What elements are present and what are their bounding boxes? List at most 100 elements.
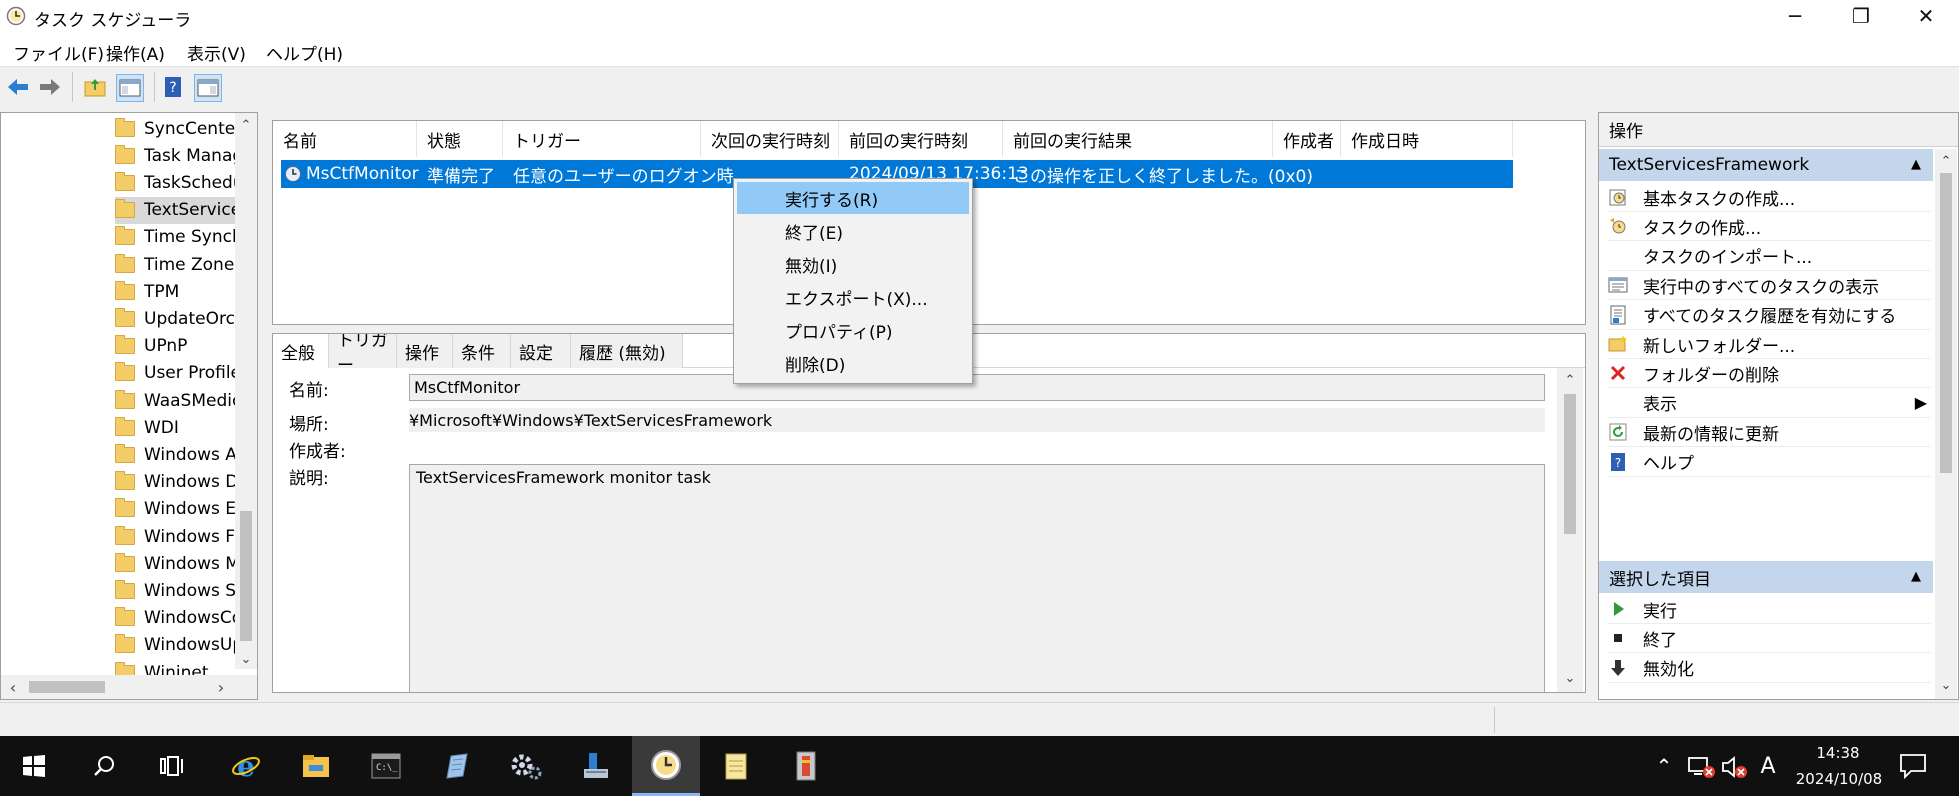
scroll-down-icon[interactable]: ⌄ bbox=[1935, 677, 1957, 693]
name-field[interactable]: MsCtfMonitor bbox=[409, 374, 1545, 401]
tree-folder-item[interactable]: Windows Error Reporting bbox=[115, 496, 235, 523]
scroll-right-icon[interactable]: › bbox=[213, 678, 229, 697]
action-item[interactable]: 実行 bbox=[1607, 595, 1931, 624]
back-arrow-icon[interactable] bbox=[5, 74, 31, 100]
tree-folder-item[interactable]: WindowsColorSystem bbox=[115, 605, 235, 632]
column-header-next-run[interactable]: 次回の実行時刻 bbox=[701, 121, 839, 157]
scroll-up-icon[interactable]: ⌃ bbox=[235, 117, 257, 133]
tree-vertical-scrollbar[interactable]: ⌃ ⌄ bbox=[235, 113, 257, 669]
action-item[interactable]: ? ヘルプ bbox=[1607, 448, 1931, 477]
action-item[interactable]: すべてのタスク履歴を有効にする bbox=[1607, 301, 1931, 330]
tree-folder-item[interactable]: Windows Media Sharing bbox=[115, 550, 235, 577]
action-item[interactable]: タスクの作成... bbox=[1607, 212, 1931, 242]
tree-folder-item[interactable]: WindowsUpdate bbox=[115, 632, 235, 659]
collapse-up-icon[interactable]: ▲ bbox=[1911, 157, 1921, 172]
tree-folder-item[interactable]: Task Manager bbox=[115, 142, 235, 169]
context-menu-item[interactable]: 終了(E) bbox=[737, 215, 969, 247]
scroll-left-icon[interactable]: ‹ bbox=[5, 678, 21, 697]
detail-vertical-scrollbar[interactable]: ⌃ ⌄ bbox=[1557, 368, 1583, 692]
column-header-name[interactable]: 名前 bbox=[273, 121, 417, 157]
tab-conditions[interactable]: 条件 bbox=[453, 334, 511, 368]
tree-folder-item[interactable]: SyncCenter bbox=[115, 115, 235, 142]
action-item[interactable]: 新しいフォルダー... bbox=[1607, 330, 1931, 359]
tree-folder-item[interactable]: Windows Subsystem bbox=[115, 577, 235, 604]
section-header-textservicesframework[interactable]: TextServicesFramework ▲ bbox=[1599, 149, 1933, 181]
command-prompt-icon[interactable]: C:\_ bbox=[352, 736, 420, 796]
scroll-up-icon[interactable]: ⌃ bbox=[1935, 153, 1957, 169]
tree-folder-item[interactable]: Windows Defender bbox=[115, 469, 235, 496]
show-hidden-icons-chevron-icon[interactable]: ⌃ bbox=[1652, 752, 1676, 780]
action-item[interactable]: 表示 ▶ bbox=[1607, 389, 1931, 418]
menu-file[interactable]: ファイル(F) bbox=[13, 40, 104, 65]
tab-settings[interactable]: 設定 bbox=[511, 334, 571, 368]
tab-actions[interactable]: 操作 bbox=[397, 334, 453, 368]
action-item[interactable]: 基本タスクの作成... bbox=[1607, 183, 1931, 212]
tree-folder-item[interactable]: UpdateOrchestrator bbox=[115, 305, 235, 332]
context-menu-item[interactable]: 実行する(R) bbox=[737, 182, 969, 214]
tree-scroll-thumb[interactable] bbox=[240, 511, 252, 641]
ime-mode-indicator[interactable]: A bbox=[1756, 752, 1780, 780]
clock-date[interactable]: 2024/10/08 bbox=[1784, 770, 1894, 792]
file-explorer-icon[interactable] bbox=[282, 736, 350, 796]
up-folder-icon[interactable] bbox=[82, 74, 108, 100]
forward-arrow-icon[interactable] bbox=[37, 74, 63, 100]
action-item[interactable]: 実行中のすべてのタスクの表示 bbox=[1607, 271, 1931, 301]
archive-icon[interactable] bbox=[772, 736, 840, 796]
scroll-down-icon[interactable]: ⌄ bbox=[1557, 668, 1583, 688]
menu-help[interactable]: ヘルプ(H) bbox=[266, 40, 343, 65]
context-menu-item[interactable]: 削除(D) bbox=[737, 347, 969, 379]
action-item[interactable]: 無効化 bbox=[1607, 654, 1931, 683]
tree-folder-item[interactable]: TPM bbox=[115, 278, 235, 305]
tab-history[interactable]: 履歴 (無効) bbox=[571, 334, 683, 368]
tab-general[interactable]: 全般 bbox=[273, 334, 329, 368]
show-action-pane-icon[interactable] bbox=[194, 74, 222, 102]
tree-folder-item[interactable]: TextServicesFramework bbox=[115, 196, 235, 224]
notepad-icon[interactable] bbox=[702, 736, 770, 796]
actions-vertical-scrollbar[interactable]: ⌃ ⌄ bbox=[1935, 149, 1957, 699]
action-item[interactable]: フォルダーの削除 bbox=[1607, 359, 1931, 389]
network-disconnected-icon[interactable] bbox=[1686, 754, 1716, 780]
tree-hscroll-thumb[interactable] bbox=[29, 681, 105, 693]
tree-folder-item[interactable]: Time Zone bbox=[115, 251, 235, 278]
column-header-author[interactable]: 作成者 bbox=[1273, 121, 1341, 157]
description-field[interactable]: TextServicesFramework monitor task bbox=[409, 464, 1545, 692]
minimize-button[interactable]: ─ bbox=[1762, 0, 1828, 32]
action-item[interactable]: タスクのインポート... bbox=[1607, 242, 1931, 271]
tree-folder-item[interactable]: User Profile Service bbox=[115, 360, 235, 387]
tree-folder-item[interactable]: UPnP bbox=[115, 333, 235, 360]
scroll-up-icon[interactable]: ⌃ bbox=[1557, 370, 1583, 390]
menu-action[interactable]: 操作(A) bbox=[106, 40, 165, 65]
tree-folder-item[interactable]: WDI bbox=[115, 414, 235, 441]
clock-time[interactable]: 14:38 bbox=[1790, 744, 1886, 766]
column-header-last-run[interactable]: 前回の実行時刻 bbox=[839, 121, 1003, 157]
search-icon[interactable] bbox=[70, 736, 138, 796]
section-header-selected-item[interactable]: 選択した項目 ▲ bbox=[1599, 561, 1933, 593]
folder-tree[interactable]: SyncCenter Task Manager TaskScheduler TextS… bbox=[0, 112, 258, 700]
column-header-trigger[interactable]: トリガー bbox=[503, 121, 701, 157]
tree-folder-item[interactable]: WaaSMedic bbox=[115, 387, 235, 414]
task-view-icon[interactable] bbox=[138, 736, 206, 796]
services-gear-icon[interactable] bbox=[492, 736, 560, 796]
server-manager-icon[interactable] bbox=[562, 736, 630, 796]
column-header-last-result[interactable]: 前回の実行結果 bbox=[1003, 121, 1273, 157]
context-menu-item[interactable]: エクスポート(X)... bbox=[737, 281, 969, 313]
action-item[interactable]: 終了 bbox=[1607, 624, 1931, 654]
scroll-down-icon[interactable]: ⌄ bbox=[235, 651, 257, 667]
tree-folder-item[interactable]: Windows Filtering bbox=[115, 523, 235, 550]
tree-folder-item[interactable]: Time Synchronization bbox=[115, 224, 235, 251]
notifications-icon[interactable] bbox=[1898, 752, 1938, 782]
close-button[interactable]: ✕ bbox=[1893, 0, 1959, 32]
collapse-up-icon[interactable]: ▲ bbox=[1911, 569, 1921, 584]
menu-view[interactable]: 表示(V) bbox=[187, 40, 246, 65]
detail-scroll-thumb[interactable] bbox=[1564, 394, 1576, 534]
show-tree-icon[interactable] bbox=[116, 74, 144, 102]
internet-explorer-icon[interactable]: e bbox=[212, 736, 280, 796]
tab-triggers[interactable]: トリガー bbox=[329, 334, 397, 376]
tree-folder-item[interactable]: Windows Activation bbox=[115, 441, 235, 468]
restore-button[interactable]: ❐ bbox=[1828, 0, 1894, 32]
context-menu-item[interactable]: プロパティ(P) bbox=[737, 314, 969, 346]
help-book-icon[interactable]: ? bbox=[160, 74, 186, 100]
actions-scroll-thumb[interactable] bbox=[1940, 173, 1952, 473]
column-header-status[interactable]: 状態 bbox=[417, 121, 503, 157]
volume-muted-icon[interactable] bbox=[1720, 754, 1748, 780]
